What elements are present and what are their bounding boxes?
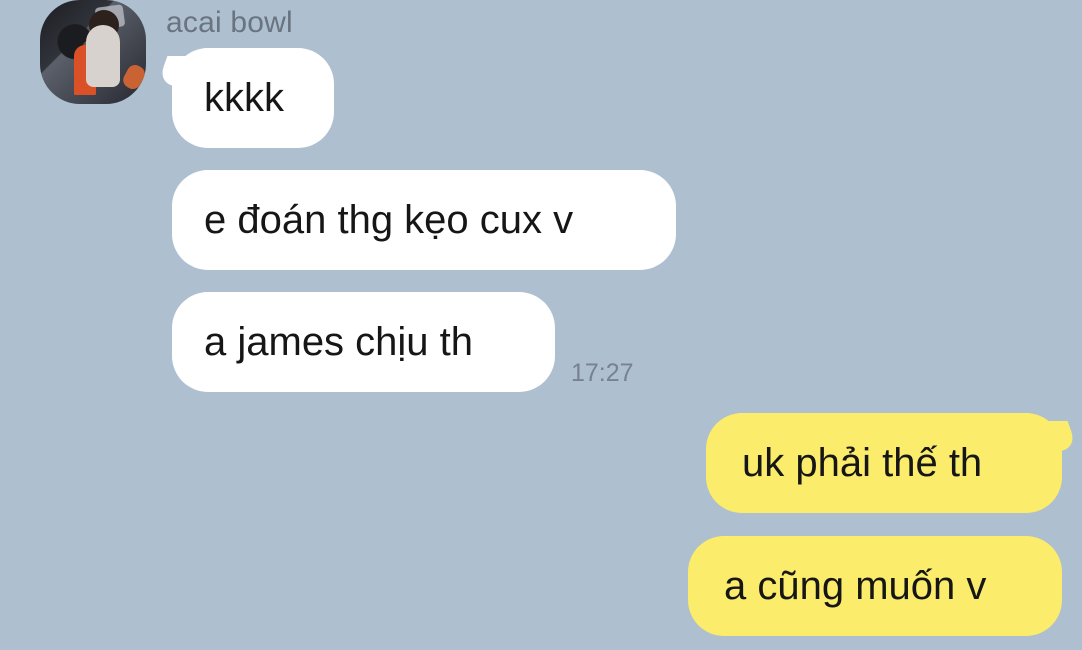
message-text: a cũng muốn v — [724, 564, 987, 608]
avatar-person — [86, 25, 120, 87]
avatar-hand — [120, 62, 146, 92]
message-text: kkkk — [204, 76, 284, 120]
outgoing-message-bubble[interactable]: uk phải thế th — [706, 413, 1062, 513]
sender-name: acai bowl — [166, 6, 293, 39]
chat-window: acai bowl kkkk e đoán thg kẹo cux v a ja… — [0, 0, 1082, 650]
message-text: uk phải thế th — [742, 441, 983, 485]
sender-avatar[interactable] — [40, 0, 146, 104]
message-text: a james chịu th — [204, 320, 474, 364]
message-timestamp: 17:27 — [571, 359, 634, 387]
incoming-message-bubble[interactable]: a james chịu th — [172, 292, 555, 392]
outgoing-message-bubble[interactable]: a cũng muốn v — [688, 536, 1062, 636]
message-text: e đoán thg kẹo cux v — [204, 198, 574, 242]
incoming-message-bubble[interactable]: kkkk — [172, 48, 334, 148]
incoming-message-bubble[interactable]: e đoán thg kẹo cux v — [172, 170, 676, 270]
